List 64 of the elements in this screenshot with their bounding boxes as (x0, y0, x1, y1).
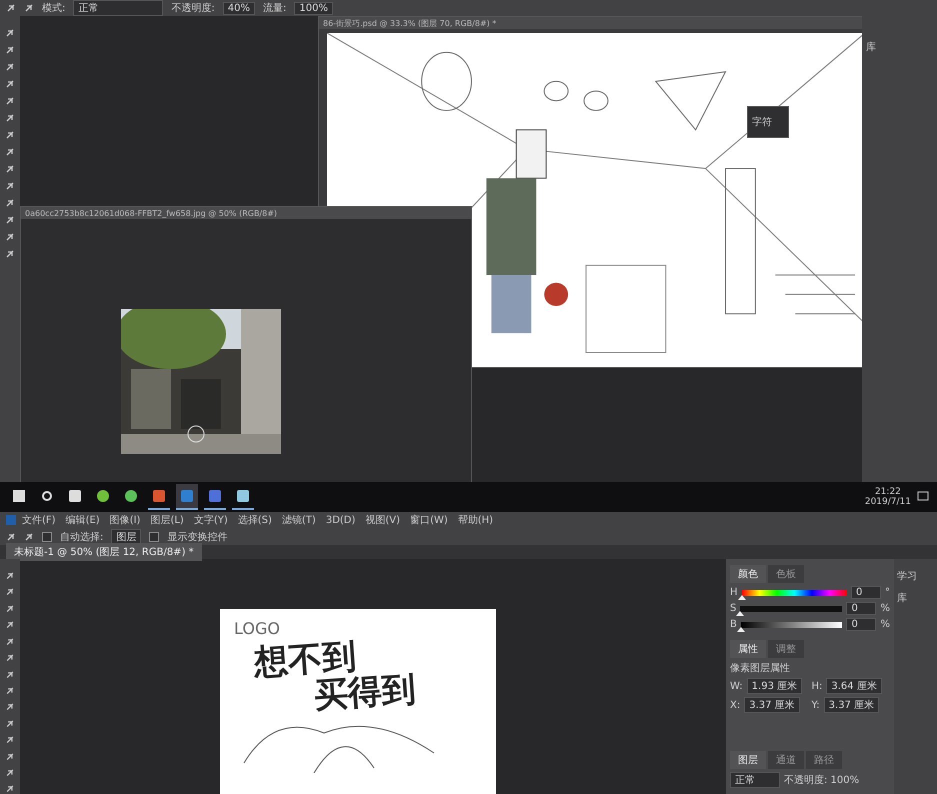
slider-value[interactable]: 0 (846, 602, 876, 615)
blend-mode-dropdown[interactable]: 正常 (730, 772, 780, 788)
panel-tab[interactable]: 路径 (806, 751, 842, 769)
opacity-label: 不透明度: (171, 2, 215, 15)
panel-tab[interactable]: 通道 (768, 751, 804, 769)
mode-label: 模式: (42, 2, 66, 15)
flow-field[interactable]: 100% (294, 2, 333, 14)
panel-tab[interactable]: 调整 (768, 640, 804, 658)
search-app-icon (40, 489, 54, 503)
field-label: H: (812, 680, 822, 692)
opacity-field[interactable]: 40% (222, 2, 255, 14)
menu-item[interactable]: 选择(S) (234, 513, 276, 527)
dimension-field[interactable]: 3.64 厘米 (826, 678, 882, 694)
logo-text: LOGO (234, 619, 281, 638)
menu-item[interactable]: 滤镜(T) (278, 513, 320, 527)
slider-label: H (730, 587, 738, 598)
dimension-field[interactable]: 3.37 厘米 (824, 697, 880, 713)
transform-label: 显示变换控件 (167, 530, 228, 544)
properties-heading: 像素图层属性 (730, 662, 791, 675)
document-title[interactable]: 86-街景巧.psd @ 33.3% (图层 70, RGB/8#) * (319, 17, 862, 29)
notification-icon[interactable] (917, 491, 929, 503)
auto-select-label: 自动选择: (60, 530, 104, 544)
menu-item[interactable]: 窗口(W) (406, 513, 452, 527)
menu-item[interactable]: 图像(I) (106, 513, 144, 527)
opacity-label: 不透明度: 100% (784, 774, 860, 787)
clock-date: 2019/7/11 (864, 497, 911, 507)
flow-label: 流量: (262, 2, 286, 15)
clock-time: 21:22 (874, 487, 901, 497)
character-panel-label[interactable]: 字符 (748, 107, 788, 137)
panel-tab[interactable]: 图层 (730, 751, 766, 769)
menu-item[interactable]: 3D(D) (322, 514, 360, 526)
slider-label: B (730, 619, 737, 630)
menu-item[interactable]: 视图(V) (361, 513, 404, 527)
slider-value[interactable]: 0 (846, 618, 876, 631)
unit-label: % (880, 619, 890, 630)
menu-item[interactable]: 文件(F) (18, 513, 60, 527)
unit-label: % (880, 603, 890, 614)
mode-dropdown[interactable]: 正常 (73, 0, 164, 16)
menu-item[interactable]: 文字(Y) (190, 513, 232, 527)
slider-thumb[interactable] (736, 610, 744, 616)
slider-thumb[interactable] (736, 626, 745, 632)
panel-tab[interactable]: 属性 (730, 640, 766, 658)
panel-shortcut[interactable]: 学习 (897, 569, 934, 583)
auto-select-checkbox[interactable] (42, 532, 52, 542)
menu-item[interactable]: 帮助(H) (454, 513, 498, 527)
document-title[interactable]: 0a60cc2753b8c12061d068-FFBT2_fw658.jpg @ 50% (RGB/8#) (21, 207, 471, 219)
field-label: X: (730, 700, 740, 710)
panel-shortcut[interactable]: 库 (897, 591, 934, 605)
dimension-field[interactable]: 3.37 厘米 (744, 697, 800, 713)
slider-value[interactable]: 0 (851, 586, 881, 599)
slider-label: S (730, 603, 736, 614)
slider-thumb[interactable] (738, 594, 746, 600)
panel-tab[interactable]: 颜色 (730, 565, 766, 583)
document-tab[interactable]: 未标题-1 @ 50% (图层 12, RGB/8#) * (6, 543, 202, 561)
auto-select-dropdown[interactable]: 图层 (111, 528, 142, 544)
field-label: W: (730, 680, 743, 692)
menu-item[interactable]: 编辑(E) (62, 513, 104, 527)
transform-checkbox[interactable] (149, 532, 160, 542)
libraries-label[interactable]: 库 (866, 40, 933, 54)
panel-tab[interactable]: 色板 (768, 565, 804, 583)
dimension-field[interactable]: 1.93 厘米 (746, 678, 802, 694)
field-label: Y: (812, 700, 820, 710)
menu-item[interactable]: 图层(L) (146, 513, 188, 527)
unit-label: ° (885, 587, 890, 598)
